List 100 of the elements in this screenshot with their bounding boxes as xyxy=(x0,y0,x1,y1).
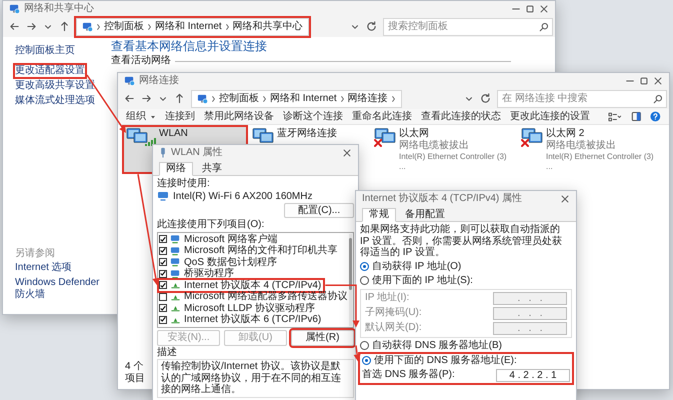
chevron-icon xyxy=(224,22,230,30)
list-item[interactable]: Internet 协议版本 6 (TCP/IPv6) xyxy=(159,314,324,326)
radio-button[interactable] xyxy=(360,341,369,350)
checkbox[interactable] xyxy=(159,316,167,324)
network-adapter-icon xyxy=(374,128,396,143)
annotation-arrow xyxy=(354,345,361,362)
network-icon xyxy=(82,21,93,32)
close-icon[interactable] xyxy=(539,4,549,14)
list-item[interactable]: 桥驱动程序 xyxy=(159,268,236,280)
checkbox[interactable] xyxy=(159,281,167,290)
network-component-icon xyxy=(170,246,181,256)
checkbox[interactable] xyxy=(159,235,167,244)
adapter-item[interactable]: 以太网 2 网络电缆被拔出 Intel(R) Ethernet Controller (3) ... xyxy=(519,127,662,172)
checkbox[interactable] xyxy=(159,258,167,266)
window-title: WLAN 属性 xyxy=(171,146,223,158)
tab[interactable]: 常规 xyxy=(362,208,396,222)
up-arrow-icon[interactable] xyxy=(174,93,185,104)
back-arrow-icon[interactable] xyxy=(9,21,20,32)
section-label: 查看活动网络 xyxy=(111,55,171,68)
field-label: 首选 DNS 服务器(P): xyxy=(362,369,455,381)
adapter-item[interactable]: 以太网 网络电缆被拔出 Intel(R) Ethernet Controller (3) ... xyxy=(372,127,515,172)
tab[interactable]: 备用配置 xyxy=(398,208,452,222)
refresh-icon[interactable] xyxy=(366,21,377,32)
sidebar-link[interactable]: 更改适配器设置 xyxy=(15,65,85,77)
search-field[interactable]: 搜索控制面板 xyxy=(383,18,553,36)
menu-button[interactable]: 组织 xyxy=(126,110,156,122)
list-item[interactable]: QoS 数据包计划程序 xyxy=(159,256,279,268)
list-item[interactable]: Internet 协议版本 4 (TCP/IPv4) xyxy=(159,280,324,291)
close-icon[interactable] xyxy=(342,148,352,158)
scrollbar[interactable] xyxy=(349,234,352,326)
maximize-icon[interactable] xyxy=(639,76,649,86)
maximize-icon[interactable] xyxy=(525,4,535,14)
toolbar-button[interactable]: 更改此连接的设置 xyxy=(510,110,590,122)
sidebar-link[interactable]: Internet 选项 xyxy=(15,262,72,274)
chevron-icon xyxy=(147,22,152,30)
chevron-icon xyxy=(340,94,345,102)
dialog-button[interactable]: 属性(R) xyxy=(291,330,354,346)
toolbar-button[interactable]: 重命名此连接 xyxy=(352,110,412,122)
address-bar[interactable]: 控制面板 网络和 Internet 网络连接 xyxy=(191,90,402,108)
sidebar-link[interactable]: 控制面板主页 xyxy=(15,45,75,57)
address-bar[interactable]: 控制面板 网络和 Internet 网络和共享中心 xyxy=(76,18,309,36)
breadcrumb-link[interactable]: 控制面板 xyxy=(219,92,259,104)
breadcrumb-link[interactable]: 网络和 Internet xyxy=(270,92,337,104)
adapter-name: 以太网 xyxy=(399,128,430,140)
toolbar-button[interactable]: 禁用此网络设备 xyxy=(204,110,274,122)
checkbox[interactable] xyxy=(159,292,167,301)
chevron-icon xyxy=(96,22,101,30)
back-arrow-icon[interactable] xyxy=(124,93,135,104)
tab[interactable]: 共享 xyxy=(195,162,229,176)
option-label: 自动获得 IP 地址(O) xyxy=(372,260,462,272)
item-label: Internet 协议版本 4 (TCP/IPv4) xyxy=(184,280,322,290)
configure-button[interactable]: 配置(C)... xyxy=(284,203,354,218)
field-label: IP 地址(I): xyxy=(365,292,410,304)
breadcrumb-link[interactable]: 网络和 Internet xyxy=(155,20,222,32)
breadcrumb-link[interactable]: 控制面板 xyxy=(104,20,144,32)
network-card-icon xyxy=(157,191,169,202)
field-label: 此连接使用下列项目(O): xyxy=(157,219,266,230)
view-options-icon[interactable] xyxy=(608,112,622,122)
radio-button[interactable] xyxy=(360,262,369,271)
intro-text: 如果网络支持此功能，则可以获取自动指派的 IP 设置。否则，你需要从网络系统管理员处获得适当的 IP 设置。 xyxy=(360,224,564,258)
breadcrumb-link[interactable]: 网络连接 xyxy=(348,92,388,104)
option-label: 使用下面的 IP 地址(S): xyxy=(372,274,473,286)
description-text: 传输控制协议/Internet 协议。该协议是默认的广域网络协议，用于在不同的相互连接的网络上通信。 xyxy=(157,359,354,398)
toolbar-button[interactable]: 连接到 xyxy=(165,110,195,122)
adapter-name: 以太网 2 xyxy=(546,128,586,140)
radio-button[interactable] xyxy=(362,356,371,365)
close-icon[interactable] xyxy=(560,194,570,204)
toolbar-button[interactable]: 查看此连接的状态 xyxy=(421,110,501,122)
option-label: 自动获得 DNS 服务器地址(B) xyxy=(372,340,502,352)
chevron-icon xyxy=(211,94,216,102)
checkbox[interactable] xyxy=(159,304,167,312)
ip-field[interactable]: 4 . 2 . 2 . 1 xyxy=(496,368,570,382)
item-label: Microsoft 网络客户端 xyxy=(184,234,278,244)
list-item[interactable]: Microsoft 网络客户端 xyxy=(159,234,280,245)
checkbox[interactable] xyxy=(159,270,167,278)
tab[interactable]: 网络 xyxy=(159,162,193,176)
wifi-adapter-icon xyxy=(159,147,167,158)
preview-pane-icon[interactable] xyxy=(630,111,642,122)
radio-button[interactable] xyxy=(360,276,369,285)
list-item[interactable]: Microsoft LLDP 协议驱动程序 xyxy=(159,302,317,314)
checkbox[interactable] xyxy=(159,246,167,255)
chevron-icon xyxy=(390,94,396,102)
search-field[interactable]: 在 网络连接 中搜索 xyxy=(497,90,667,108)
help-icon[interactable] xyxy=(650,111,661,122)
refresh-icon[interactable] xyxy=(480,93,491,104)
close-icon[interactable] xyxy=(653,76,663,86)
toolbar-label: 组织 xyxy=(126,110,146,122)
sidebar-link[interactable]: Windows Defender 防火墙 xyxy=(15,277,103,301)
item-count: 4 个项目 xyxy=(124,360,146,386)
toolbar-button[interactable]: 诊断这个连接 xyxy=(283,110,343,122)
network-adapter-icon xyxy=(521,128,543,143)
page-heading: 查看基本网络信息并设置连接 xyxy=(111,39,268,54)
forward-arrow-icon[interactable] xyxy=(141,93,152,104)
network-adapter-icon xyxy=(126,128,148,143)
breadcrumb-link[interactable]: 网络和共享中心 xyxy=(232,20,303,32)
sidebar-link[interactable]: 媒体流式处理选项 xyxy=(15,95,95,107)
forward-arrow-icon[interactable] xyxy=(26,21,37,32)
up-arrow-icon[interactable] xyxy=(59,21,70,32)
window-title: 网络连接 xyxy=(139,74,179,86)
annotation-arrow xyxy=(86,74,126,133)
